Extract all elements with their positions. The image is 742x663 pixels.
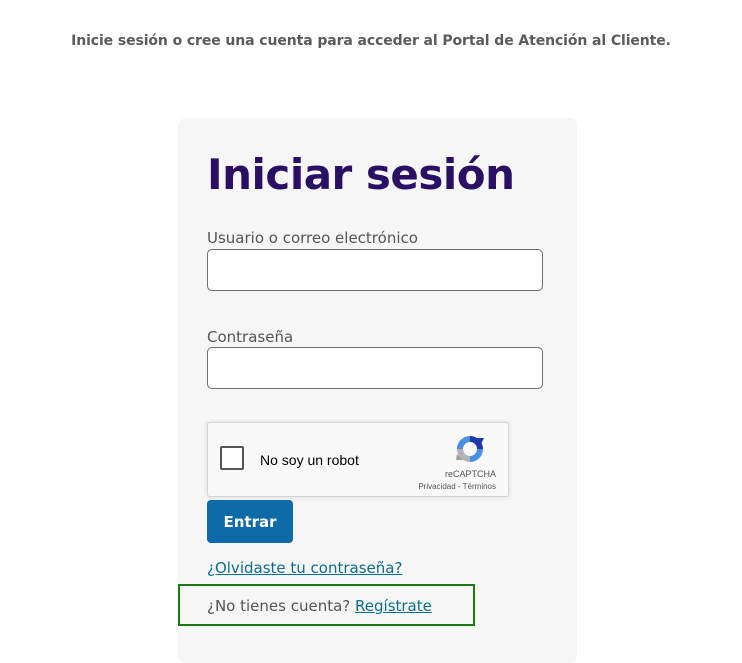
- recaptcha-privacy-link[interactable]: Privacidad: [418, 482, 455, 491]
- password-input[interactable]: [207, 347, 543, 389]
- password-label: Contraseña: [207, 328, 294, 346]
- recaptcha-terms-link[interactable]: Términos: [463, 482, 496, 491]
- recaptcha-widget: No soy un robot reCAPTCHA Privacidad - T…: [207, 422, 509, 497]
- intro-text: Inicie sesión o cree una cuenta para acc…: [71, 33, 671, 49]
- forgot-password-link[interactable]: ¿Olvidaste tu contraseña?: [207, 559, 402, 577]
- login-card: Iniciar sesión Usuario o correo electrón…: [178, 118, 577, 663]
- register-link[interactable]: Regístrate: [355, 597, 432, 615]
- submit-button[interactable]: Entrar: [207, 500, 293, 543]
- recaptcha-checkbox[interactable]: [220, 446, 244, 470]
- username-input[interactable]: [207, 249, 543, 291]
- recaptcha-links: Privacidad - Términos: [418, 482, 496, 491]
- recaptcha-brand: reCAPTCHA: [444, 469, 496, 479]
- username-label: Usuario o correo electrónico: [207, 229, 418, 247]
- recaptcha-logo-icon: [456, 436, 484, 462]
- recaptcha-label: No soy un robot: [260, 452, 359, 468]
- no-account-text: ¿No tienes cuenta?: [207, 597, 351, 615]
- register-prompt: ¿No tienes cuenta? Regístrate: [178, 584, 475, 626]
- recaptcha-separator: -: [455, 482, 463, 491]
- register-prompt-text: ¿No tienes cuenta? Regístrate: [207, 597, 432, 615]
- login-title: Iniciar sesión: [207, 150, 515, 199]
